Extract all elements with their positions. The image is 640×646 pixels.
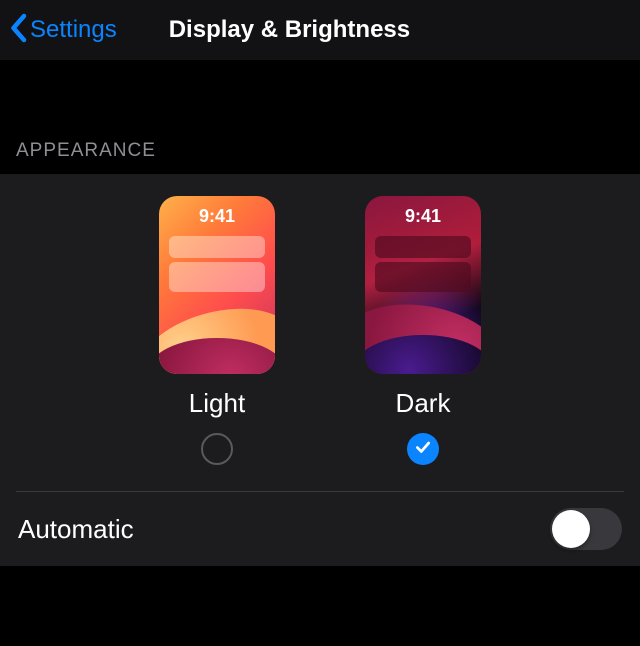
appearance-options: 9:41 Light 9:41 Dark xyxy=(0,174,640,491)
check-icon xyxy=(414,438,432,461)
page-title: Display & Brightness xyxy=(169,16,410,44)
back-label: Settings xyxy=(30,16,117,44)
automatic-label: Automatic xyxy=(18,514,134,545)
back-button[interactable]: Settings xyxy=(8,13,117,48)
toggle-knob xyxy=(552,510,590,548)
appearance-option-dark[interactable]: 9:41 Dark xyxy=(365,196,481,465)
chevron-left-icon xyxy=(8,13,28,48)
preview-time: 9:41 xyxy=(159,206,275,227)
option-label-light: Light xyxy=(189,388,245,419)
section-header-appearance: APPEARANCE xyxy=(0,110,640,174)
appearance-option-light[interactable]: 9:41 Light xyxy=(159,196,275,465)
preview-dark: 9:41 xyxy=(365,196,481,374)
option-label-dark: Dark xyxy=(396,388,451,419)
automatic-row: Automatic xyxy=(0,492,640,566)
radio-light[interactable] xyxy=(201,433,233,465)
preview-time: 9:41 xyxy=(365,206,481,227)
preview-light: 9:41 xyxy=(159,196,275,374)
automatic-toggle[interactable] xyxy=(550,508,622,550)
radio-dark[interactable] xyxy=(407,433,439,465)
nav-bar: Settings Display & Brightness xyxy=(0,0,640,60)
